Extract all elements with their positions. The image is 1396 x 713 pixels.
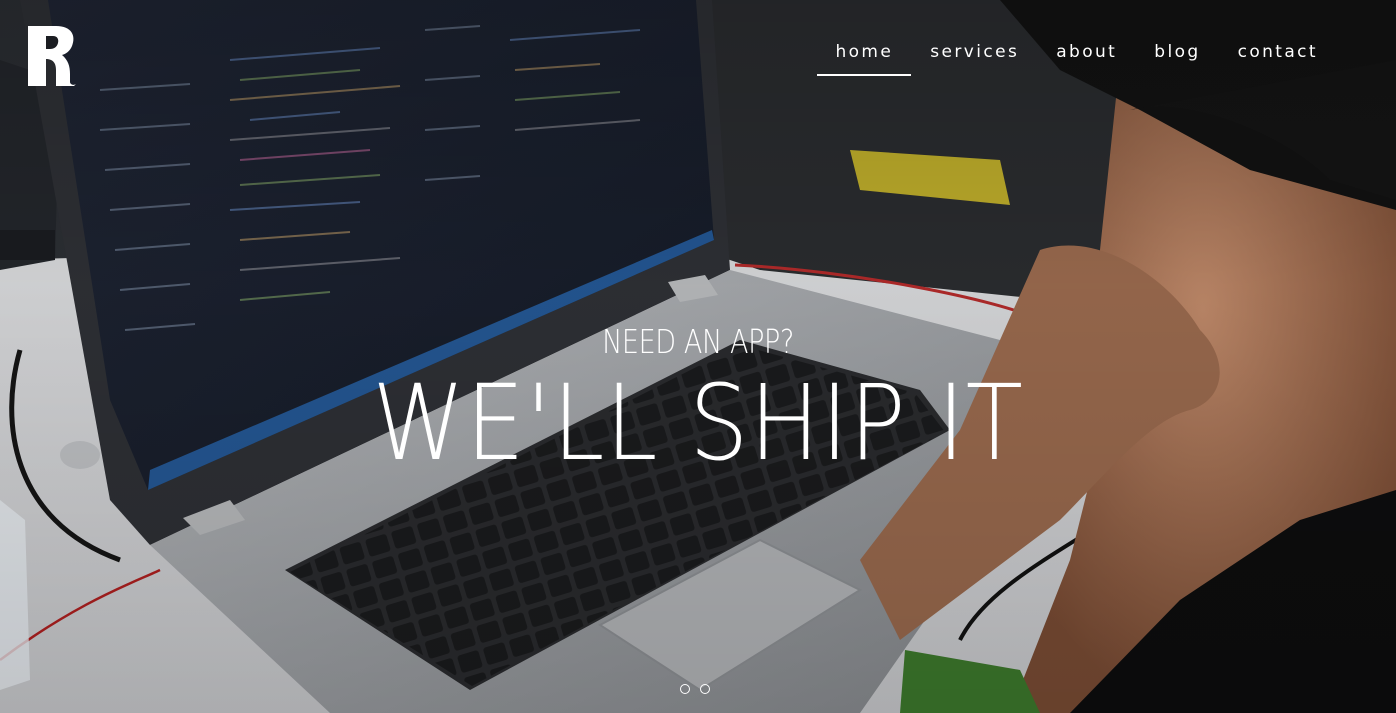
brand-logo-icon[interactable] — [26, 26, 78, 86]
nav-about[interactable]: about — [1038, 40, 1135, 76]
nav-blog[interactable]: blog — [1136, 40, 1218, 76]
hero-heading: WE'LL SHIP IT — [372, 362, 1024, 484]
nav-contact[interactable]: contact — [1220, 40, 1336, 76]
slider-dot-2[interactable] — [700, 684, 710, 694]
nav-services[interactable]: services — [912, 40, 1037, 76]
hero-subheading: NEED AN APP? — [602, 322, 794, 361]
hero-section: home services about blog contact NEED AN… — [0, 0, 1396, 713]
main-navigation: home services about blog contact — [816, 40, 1336, 76]
slider-dot-1[interactable] — [680, 684, 690, 694]
slider-pagination — [680, 684, 710, 694]
nav-home[interactable]: home — [817, 40, 912, 76]
